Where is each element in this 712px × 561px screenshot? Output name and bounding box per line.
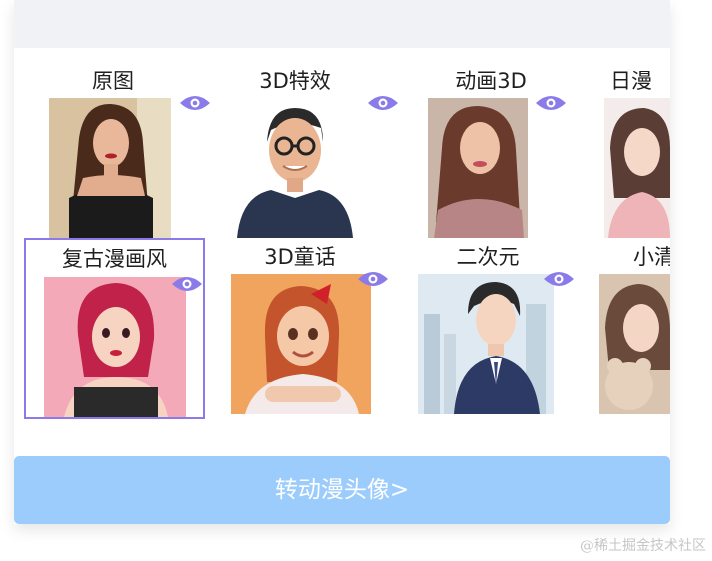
preview-eye-icon[interactable] — [356, 268, 390, 290]
preview-eye-icon[interactable] — [542, 268, 576, 290]
style-thumbnail — [49, 98, 171, 238]
style-tile-fresh[interactable]: 小清 — [599, 242, 670, 416]
top-bar — [14, 0, 670, 48]
style-tile-original[interactable]: 原图 — [48, 66, 210, 238]
style-thumbnail — [44, 277, 186, 417]
style-thumbnail — [231, 274, 371, 414]
style-label: 复古漫画风 — [62, 247, 167, 271]
style-tile-3d-fairytale[interactable]: 3D童话 — [230, 242, 390, 416]
style-label: 二次元 — [456, 245, 520, 269]
preview-eye-icon[interactable] — [170, 273, 204, 295]
style-tile-retro-comic[interactable]: 复古漫画风 — [24, 238, 205, 419]
style-label: 日漫 — [610, 69, 652, 93]
style-tile-anime[interactable]: 二次元 — [418, 242, 578, 416]
style-thumbnail — [599, 274, 670, 414]
style-thumbnail — [604, 98, 670, 238]
style-thumbnail — [231, 98, 357, 238]
style-label: 小清 — [633, 245, 670, 269]
convert-to-anime-avatar-button[interactable]: 转动漫头像> — [14, 456, 670, 524]
preview-eye-icon[interactable] — [534, 92, 568, 114]
style-tile-animation-3d[interactable]: 动画3D — [426, 66, 566, 238]
preview-eye-icon[interactable] — [366, 92, 400, 114]
style-picker-panel: 原图 3D特效 动画3D 日漫 复古漫画风 3D童话 二次元 小清 转动漫头像> — [14, 0, 670, 524]
style-label: 原图 — [92, 69, 134, 93]
style-grid: 原图 3D特效 动画3D 日漫 复古漫画风 3D童话 二次元 小清 — [14, 48, 670, 448]
style-label: 动画3D — [455, 69, 527, 93]
style-label: 3D特效 — [259, 69, 331, 93]
style-label: 3D童话 — [264, 245, 336, 269]
style-tile-japanese-manga[interactable]: 日漫 — [604, 66, 670, 238]
style-thumbnail — [418, 274, 554, 414]
watermark: @稀土掘金技术社区 — [580, 538, 706, 554]
style-thumbnail — [428, 98, 528, 238]
style-tile-3d-effect[interactable]: 3D特效 — [230, 66, 398, 238]
preview-eye-icon[interactable] — [178, 92, 212, 114]
